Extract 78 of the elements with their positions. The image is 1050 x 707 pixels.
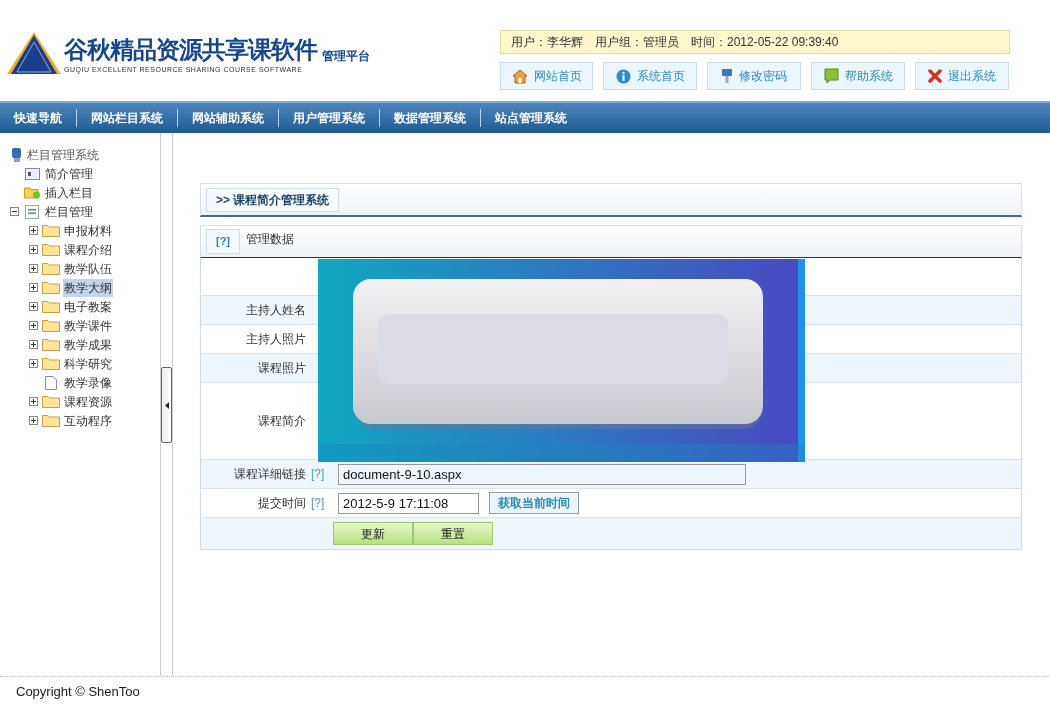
expand-icon[interactable] <box>29 321 38 330</box>
expand-icon[interactable] <box>29 397 38 406</box>
tree-item[interactable]: 课程资源 <box>63 392 113 411</box>
tree-item[interactable]: 简介管理 <box>44 164 94 183</box>
tree-item[interactable]: 教学队伍 <box>63 259 113 278</box>
help-link[interactable]: [?] <box>206 229 240 254</box>
field-label: 课程详细链接 <box>234 466 306 483</box>
collapse-icon[interactable] <box>10 207 19 216</box>
folder-icon <box>42 319 60 332</box>
list-icon <box>25 204 39 219</box>
expand-icon[interactable] <box>29 245 38 254</box>
folder-add-icon <box>23 186 41 199</box>
text-input[interactable]: document-9-10.aspx <box>338 463 746 485</box>
user-info-bar: 用户：李华辉 用户组：管理员 时间：2012-05-22 09:39:40 <box>500 30 1010 54</box>
field-label: 课程简介 <box>258 413 306 430</box>
document-icon <box>45 375 57 390</box>
top-nav-button[interactable]: 帮助系统 <box>811 62 905 90</box>
tree-item[interactable]: 栏目管理 <box>44 202 94 221</box>
tree-item[interactable]: 电子教案 <box>63 297 113 316</box>
triangle-logo-icon <box>7 32 61 74</box>
logo-title: 谷秋精品资源共享课软件 <box>64 37 317 62</box>
expand-icon[interactable] <box>29 416 38 425</box>
expand-icon[interactable] <box>29 283 38 292</box>
expand-icon[interactable] <box>29 359 38 368</box>
help-icon <box>823 68 839 84</box>
top-nav-button[interactable]: 修改密码 <box>707 62 801 90</box>
tree-item[interactable]: 教学课件 <box>63 316 113 335</box>
tree-item[interactable]: 插入栏目 <box>44 183 94 202</box>
card-icon <box>24 167 40 180</box>
top-nav-button[interactable]: 网站首页 <box>500 62 593 90</box>
key-icon <box>721 68 733 84</box>
folder-icon <box>42 243 60 256</box>
field-label: 课程照片 <box>258 360 306 377</box>
folder-icon <box>42 300 60 313</box>
form-button[interactable]: 更新 <box>333 522 413 545</box>
splitter-handle[interactable] <box>161 367 172 443</box>
tree-item[interactable]: 教学录像 <box>63 373 113 392</box>
tree-item[interactable]: 互动程序 <box>63 411 113 430</box>
folder-icon <box>42 281 60 294</box>
field-label: 主持人照片 <box>246 331 306 348</box>
logo-tag: 管理平台 <box>322 49 370 62</box>
folder-icon <box>42 224 60 237</box>
tree-item[interactable]: 教学成果 <box>63 335 113 354</box>
tree-item[interactable]: 申报材料 <box>63 221 113 240</box>
folder-icon <box>42 338 60 351</box>
folder-icon <box>42 395 60 408</box>
form-button[interactable]: 重置 <box>413 522 493 545</box>
folder-icon <box>42 357 60 370</box>
top-nav-button[interactable]: 系统首页 <box>603 62 697 90</box>
caret-left-icon <box>164 401 169 409</box>
get-time-button[interactable]: 获取当前时间 <box>489 492 579 514</box>
computer-icon <box>10 146 24 163</box>
field-label: 主持人姓名 <box>246 302 306 319</box>
house-icon <box>511 68 528 84</box>
expand-icon[interactable] <box>29 226 38 235</box>
expand-icon[interactable] <box>29 340 38 349</box>
nav-link[interactable]: 网站栏目系统 <box>77 109 177 127</box>
nav-link[interactable]: 数据管理系统 <box>380 109 480 127</box>
field-label: 提交时间 <box>258 495 306 512</box>
expand-icon[interactable] <box>29 302 38 311</box>
top-nav-button[interactable]: 退出系统 <box>915 62 1009 90</box>
tree-item[interactable]: 科学研究 <box>63 354 113 373</box>
tree-item[interactable]: 栏目管理系统 <box>27 145 99 164</box>
tree-item[interactable]: 课程介绍 <box>63 240 113 259</box>
nav-link[interactable]: 快速导航 <box>0 109 76 127</box>
info-icon <box>615 68 631 84</box>
text-input[interactable]: 2012-5-9 17:11:08 <box>338 492 479 514</box>
panel-title: 管理数据 <box>246 230 294 248</box>
nav-link[interactable]: 网站辅助系统 <box>178 109 278 127</box>
folder-icon <box>42 262 60 275</box>
nav-link[interactable]: 站点管理系统 <box>481 109 581 127</box>
nav-link[interactable]: 用户管理系统 <box>279 109 379 127</box>
expand-icon[interactable] <box>29 264 38 273</box>
breadcrumb-title: >> 课程简介管理系统 <box>206 187 340 212</box>
folder-icon <box>42 414 60 427</box>
copyright-text: Copyright © ShenToo <box>16 683 140 702</box>
tree-item[interactable]: 教学大纲 <box>63 278 113 297</box>
close-icon <box>928 69 942 83</box>
